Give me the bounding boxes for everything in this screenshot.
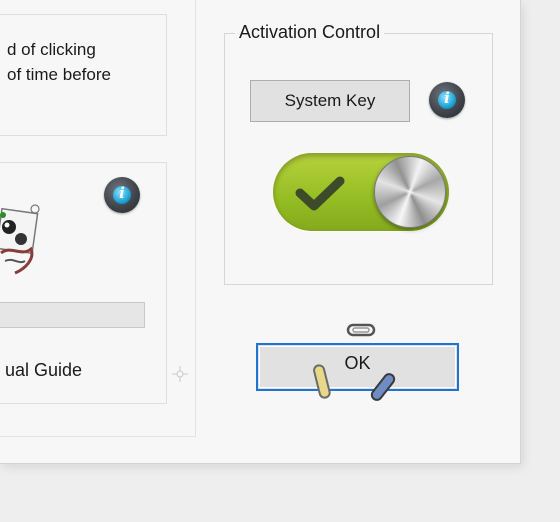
activation-info-button[interactable]: i	[429, 82, 465, 118]
paperclip-icon	[346, 323, 376, 337]
system-key-button[interactable]: System Key	[250, 80, 410, 122]
visual-guide-panel: i ual Guide	[0, 162, 167, 404]
mascot-icon	[0, 204, 40, 275]
visual-guide-progress-bar	[0, 302, 145, 328]
activation-toggle[interactable]	[273, 153, 449, 231]
checkmark-icon	[295, 176, 345, 211]
visual-guide-label: ual Guide	[5, 360, 83, 380]
crosshair-icon	[172, 366, 188, 382]
clip-right-icon	[370, 373, 396, 401]
activation-control-title: Activation Control	[235, 22, 385, 43]
dialog-window: d of clicking of time before i ual Guide…	[0, 0, 521, 464]
toggle-knob[interactable]	[374, 156, 446, 228]
description-text: d of clicking of time before	[7, 40, 111, 84]
description-panel: d of clicking of time before	[0, 14, 167, 136]
info-icon: i	[444, 89, 450, 107]
clip-left-icon	[313, 364, 331, 399]
ok-label: OK	[344, 352, 371, 373]
visual-guide-info-button[interactable]: i	[104, 177, 140, 213]
ok-button[interactable]: OK	[256, 343, 459, 391]
info-icon: i	[119, 184, 125, 202]
activation-control-group: Activation Control System Key i	[224, 22, 493, 285]
